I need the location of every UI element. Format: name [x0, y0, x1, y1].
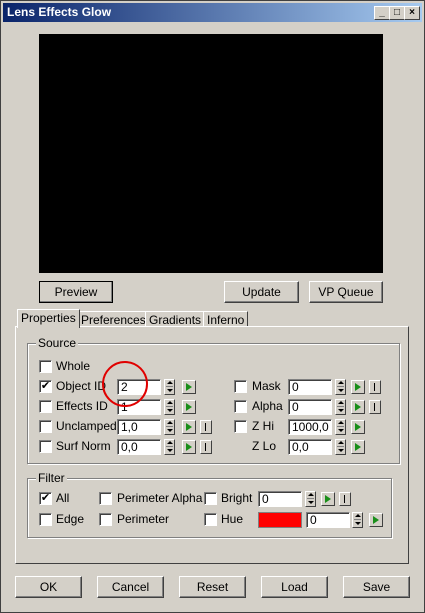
hue-label: Hue — [221, 512, 244, 526]
perimeter-checkbox[interactable] — [99, 513, 112, 526]
unclamped-play-icon[interactable] — [182, 420, 196, 434]
vp-queue-button[interactable]: VP Queue — [309, 281, 383, 303]
perimeter-label: Perimeter — [117, 512, 170, 526]
effects-id-spinner[interactable] — [164, 399, 175, 415]
hue-field[interactable]: 0 — [306, 512, 350, 528]
hue-spinner[interactable] — [352, 512, 363, 528]
z-lo-play-icon[interactable] — [351, 440, 365, 454]
highlight-circle — [102, 361, 148, 407]
alpha-spinner[interactable] — [335, 399, 346, 415]
mask-spinner[interactable] — [335, 379, 346, 395]
alpha-pipe-icon[interactable] — [369, 400, 381, 414]
surf-norm-checkbox[interactable] — [39, 440, 52, 453]
object-id-spinner[interactable] — [164, 379, 175, 395]
window-title: Lens Effects Glow — [7, 5, 112, 19]
source-legend: Source — [36, 336, 79, 350]
tab-properties[interactable]: Properties — [17, 309, 80, 328]
preview-canvas — [39, 34, 383, 273]
unclamped-field[interactable]: 1,0 — [117, 419, 161, 435]
update-button[interactable]: Update — [224, 281, 299, 303]
filter-legend: Filter — [36, 471, 67, 485]
effects-id-checkbox[interactable] — [39, 400, 52, 413]
load-button[interactable]: Load — [261, 576, 328, 598]
unclamped-spinner[interactable] — [164, 419, 175, 435]
bright-pipe-icon[interactable] — [339, 492, 351, 506]
bright-play-icon[interactable] — [321, 492, 335, 506]
bright-field[interactable]: 0 — [258, 491, 302, 507]
effects-id-play-icon[interactable] — [182, 400, 196, 414]
unclamped-pipe-icon[interactable] — [200, 420, 212, 434]
surf-norm-field[interactable]: 0,0 — [117, 439, 161, 455]
hue-checkbox[interactable] — [204, 513, 217, 526]
z-hi-label: Z Hi — [252, 419, 274, 433]
mask-label: Mask — [252, 379, 281, 393]
z-lo-field[interactable]: 0,0 — [288, 439, 332, 455]
whole-checkbox[interactable] — [39, 360, 52, 373]
tab-preferences[interactable]: Preferences — [77, 311, 150, 327]
hue-color-swatch[interactable] — [258, 512, 302, 528]
all-label: All — [56, 491, 70, 505]
surf-norm-spinner[interactable] — [164, 439, 175, 455]
mask-pipe-icon[interactable] — [369, 380, 381, 394]
effects-id-label: Effects ID — [56, 399, 108, 413]
title-bar[interactable]: Lens Effects Glow _ □ × — [3, 3, 422, 22]
z-hi-spinner[interactable] — [335, 419, 346, 435]
cancel-button[interactable]: Cancel — [97, 576, 164, 598]
z-lo-spinner[interactable] — [335, 439, 346, 455]
bright-label: Bright — [221, 491, 253, 505]
bright-checkbox[interactable] — [204, 492, 217, 505]
alpha-label: Alpha — [252, 399, 283, 413]
z-lo-label: Z Lo — [252, 439, 277, 453]
unclamped-label: Unclamped — [56, 419, 117, 433]
tab-inferno[interactable]: Inferno — [203, 311, 249, 327]
all-checkbox[interactable]: ✔ — [39, 492, 52, 505]
z-hi-checkbox[interactable] — [234, 420, 247, 433]
filter-group — [27, 478, 392, 538]
object-id-checkbox[interactable]: ✔ — [39, 380, 52, 393]
mask-checkbox[interactable] — [234, 380, 247, 393]
maximize-button[interactable]: □ — [389, 6, 405, 20]
ok-button[interactable]: OK — [15, 576, 82, 598]
object-id-label: Object ID — [56, 379, 107, 393]
mask-play-icon[interactable] — [351, 380, 365, 394]
bright-spinner[interactable] — [305, 491, 316, 507]
z-hi-play-icon[interactable] — [351, 420, 365, 434]
perimeter-alpha-label: Perimeter Alpha — [117, 491, 203, 505]
whole-label: Whole — [56, 359, 91, 373]
hue-play-icon[interactable] — [369, 513, 383, 527]
alpha-checkbox[interactable] — [234, 400, 247, 413]
minimize-button[interactable]: _ — [374, 6, 390, 20]
close-button[interactable]: × — [404, 6, 420, 20]
alpha-play-icon[interactable] — [351, 400, 365, 414]
edge-checkbox[interactable] — [39, 513, 52, 526]
tab-gradients[interactable]: Gradients — [145, 311, 206, 327]
mask-field[interactable]: 0 — [288, 379, 332, 395]
reset-button[interactable]: Reset — [179, 576, 246, 598]
preview-button[interactable]: Preview — [39, 281, 113, 303]
save-button[interactable]: Save — [343, 576, 410, 598]
alpha-field[interactable]: 0 — [288, 399, 332, 415]
edge-label: Edge — [56, 512, 85, 526]
surf-norm-play-icon[interactable] — [182, 440, 196, 454]
surf-norm-pipe-icon[interactable] — [200, 440, 212, 454]
object-id-play-icon[interactable] — [182, 380, 196, 394]
perimeter-alpha-checkbox[interactable] — [99, 492, 112, 505]
unclamped-checkbox[interactable] — [39, 420, 52, 433]
z-hi-field[interactable]: 1000,0 — [288, 419, 332, 435]
surf-norm-label: Surf Norm — [56, 439, 111, 453]
